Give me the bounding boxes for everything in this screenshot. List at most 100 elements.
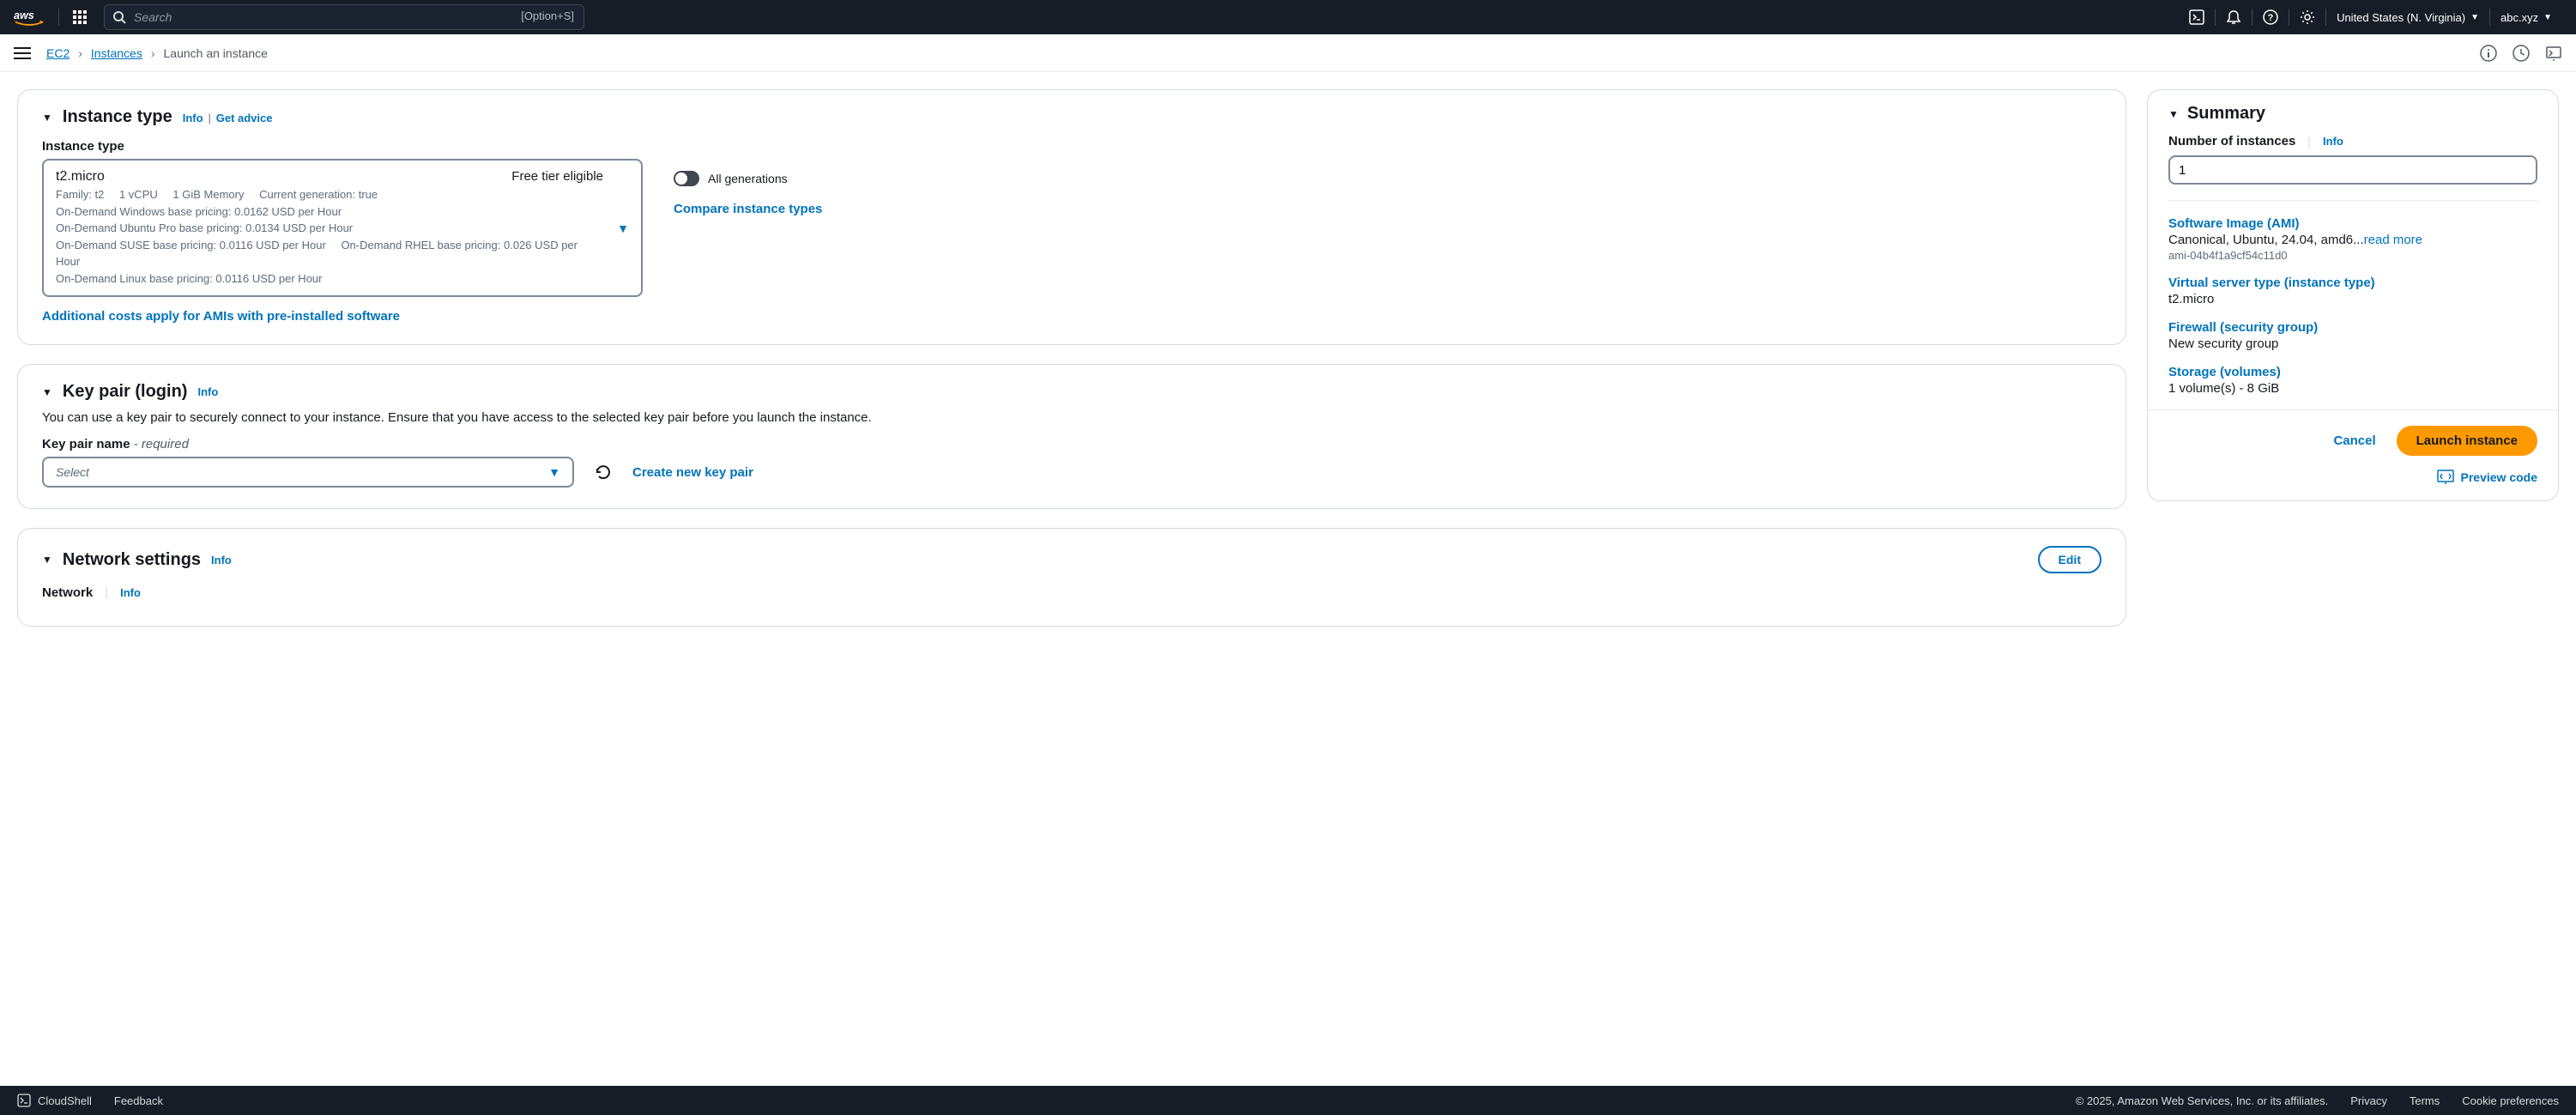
svg-text:?: ?	[2268, 13, 2274, 23]
key-pair-name-label: Key pair name - required	[42, 437, 2101, 451]
pricing-windows: On-Demand Windows base pricing: 0.0162 U…	[56, 203, 603, 221]
info-link[interactable]: Info	[2323, 135, 2343, 148]
separator: |	[208, 112, 210, 124]
privacy-link[interactable]: Privacy	[2350, 1094, 2387, 1107]
network-info-link[interactable]: Info	[120, 586, 141, 599]
panel-title: Instance type	[63, 107, 172, 127]
instance-specs: Family: t2 1 vCPU 1 GiB Memory Current g…	[56, 186, 603, 287]
svg-text:aws: aws	[14, 9, 34, 21]
network-label: Network | Info	[42, 585, 2101, 600]
page-footer: CloudShell Feedback © 2025, Amazon Web S…	[0, 1086, 2576, 1115]
terms-link[interactable]: Terms	[2410, 1094, 2440, 1107]
aws-logo[interactable]: aws	[14, 8, 45, 27]
summary-storage-title[interactable]: Storage (volumes)	[2168, 365, 2537, 379]
search-input[interactable]	[104, 4, 584, 30]
info-link[interactable]: Info	[211, 554, 232, 567]
select-placeholder: Select	[56, 465, 89, 479]
cloudshell-button[interactable]: CloudShell	[17, 1094, 92, 1107]
launch-instance-button[interactable]: Launch instance	[2397, 426, 2537, 456]
instance-type-label: Instance type	[42, 139, 2101, 154]
account-selector[interactable]: abc.xyz ▼	[2490, 0, 2562, 34]
services-grid-icon[interactable]	[73, 10, 87, 24]
panel-title: Key pair (login)	[63, 382, 188, 402]
chevron-right-icon: ›	[151, 46, 155, 60]
all-generations-toggle[interactable]	[674, 171, 699, 186]
cancel-button[interactable]: Cancel	[2333, 433, 2375, 448]
summary-ami-title[interactable]: Software Image (AMI)	[2168, 216, 2537, 231]
collapse-toggle[interactable]: ▼	[42, 554, 52, 566]
key-pair-select[interactable]: Select ▼	[42, 457, 574, 488]
num-instances-input[interactable]	[2168, 155, 2537, 185]
breadcrumb-instances[interactable]: Instances	[91, 46, 142, 60]
info-link[interactable]: Info	[183, 112, 203, 124]
separator	[58, 9, 59, 26]
region-selector[interactable]: United States (N. Virginia) ▼	[2326, 0, 2489, 34]
instance-side-actions: All generations Compare instance types	[674, 159, 822, 216]
top-nav: aws [Option+S] ? United States (N. Virgi…	[0, 0, 2576, 34]
collapse-toggle[interactable]: ▼	[2168, 108, 2179, 120]
menu-icon[interactable]	[14, 46, 31, 60]
caret-down-icon: ▼	[2543, 13, 2552, 22]
edit-button[interactable]: Edit	[2038, 546, 2101, 573]
code-icon	[2437, 470, 2454, 485]
collapse-toggle[interactable]: ▼	[42, 386, 52, 398]
read-more-link[interactable]: read more	[2364, 233, 2422, 247]
pricing-ubuntu: On-Demand Ubuntu Pro base pricing: 0.013…	[56, 220, 603, 237]
breadcrumb-current: Launch an instance	[164, 46, 268, 60]
search-shortcut-label: [Option+S]	[521, 9, 574, 22]
caret-down-icon: ▼	[548, 465, 560, 479]
num-instances-label: Number of instances	[2168, 134, 2295, 148]
work-area: ▼ Instance type Info | Get advice Instan…	[0, 72, 2576, 678]
summary-ami-value: Canonical, Ubuntu, 24.04, amd6...read mo…	[2168, 233, 2537, 247]
console-icon[interactable]	[2545, 45, 2562, 62]
all-generations-label: All generations	[708, 172, 788, 185]
search-container: [Option+S]	[104, 4, 584, 30]
chevron-right-icon: ›	[78, 46, 82, 60]
divider	[2168, 200, 2537, 201]
account-label: abc.xyz	[2500, 11, 2538, 24]
pricing-suse: On-Demand SUSE base pricing: 0.0116 USD …	[56, 239, 326, 251]
clock-icon[interactable]	[2513, 45, 2530, 62]
key-pair-panel: ▼ Key pair (login) Info You can use a ke…	[17, 364, 2126, 509]
summary-title: Summary	[2187, 104, 2265, 124]
left-column: ▼ Instance type Info | Get advice Instan…	[17, 89, 2126, 627]
summary-firewall-value: New security group	[2168, 336, 2537, 351]
refresh-icon[interactable]	[595, 464, 612, 481]
help-icon[interactable]: ?	[2252, 0, 2289, 34]
instance-type-dropdown[interactable]: t2.micro Free tier eligible Family: t2 1…	[42, 159, 643, 297]
info-link[interactable]: Info	[197, 385, 218, 398]
compare-instance-types-link[interactable]: Compare instance types	[674, 202, 822, 216]
create-key-pair-link[interactable]: Create new key pair	[632, 465, 753, 480]
spec-vcpu: 1 vCPU	[119, 188, 158, 201]
search-icon	[112, 10, 126, 24]
panel-header: ▼ Key pair (login) Info	[42, 382, 2101, 402]
get-advice-link[interactable]: Get advice	[216, 112, 273, 124]
collapse-toggle[interactable]: ▼	[42, 112, 52, 124]
panel-header: ▼ Network settings Info Edit	[42, 546, 2101, 573]
key-pair-description: You can use a key pair to securely conne…	[42, 410, 2101, 425]
notifications-icon[interactable]	[2216, 0, 2252, 34]
panel-title: Network settings	[63, 550, 201, 570]
caret-down-icon: ▼	[2470, 13, 2479, 22]
settings-icon[interactable]	[2289, 0, 2325, 34]
breadcrumb-ec2[interactable]: EC2	[46, 46, 70, 60]
panel-header: ▼ Instance type Info | Get advice	[42, 107, 2101, 127]
summary-firewall-title[interactable]: Firewall (security group)	[2168, 320, 2537, 335]
spec-memory: 1 GiB Memory	[172, 188, 244, 201]
caret-down-icon: ▼	[617, 221, 629, 235]
summary-panel: ▼ Summary Number of instances | Info Sof…	[2147, 89, 2559, 501]
cloudshell-icon[interactable]	[2179, 0, 2215, 34]
summary-ami-id: ami-04b4f1a9cf54c11d0	[2168, 249, 2537, 262]
spec-generation: Current generation: true	[259, 188, 378, 201]
summary-storage-value: 1 volume(s) - 8 GiB	[2168, 381, 2537, 396]
feedback-link[interactable]: Feedback	[114, 1094, 163, 1107]
preview-code-link[interactable]: Preview code	[2168, 470, 2537, 485]
additional-costs-link[interactable]: Additional costs apply for AMIs with pre…	[42, 309, 2101, 324]
topnav-right: ? United States (N. Virginia) ▼ abc.xyz …	[2179, 0, 2562, 34]
summary-footer: Cancel Launch instance Preview code	[2148, 409, 2558, 500]
spec-family: Family: t2	[56, 188, 104, 201]
summary-type-title[interactable]: Virtual server type (instance type)	[2168, 276, 2537, 290]
info-icon[interactable]	[2480, 45, 2497, 62]
cookie-preferences-link[interactable]: Cookie preferences	[2462, 1094, 2559, 1107]
region-label: United States (N. Virginia)	[2337, 11, 2465, 24]
